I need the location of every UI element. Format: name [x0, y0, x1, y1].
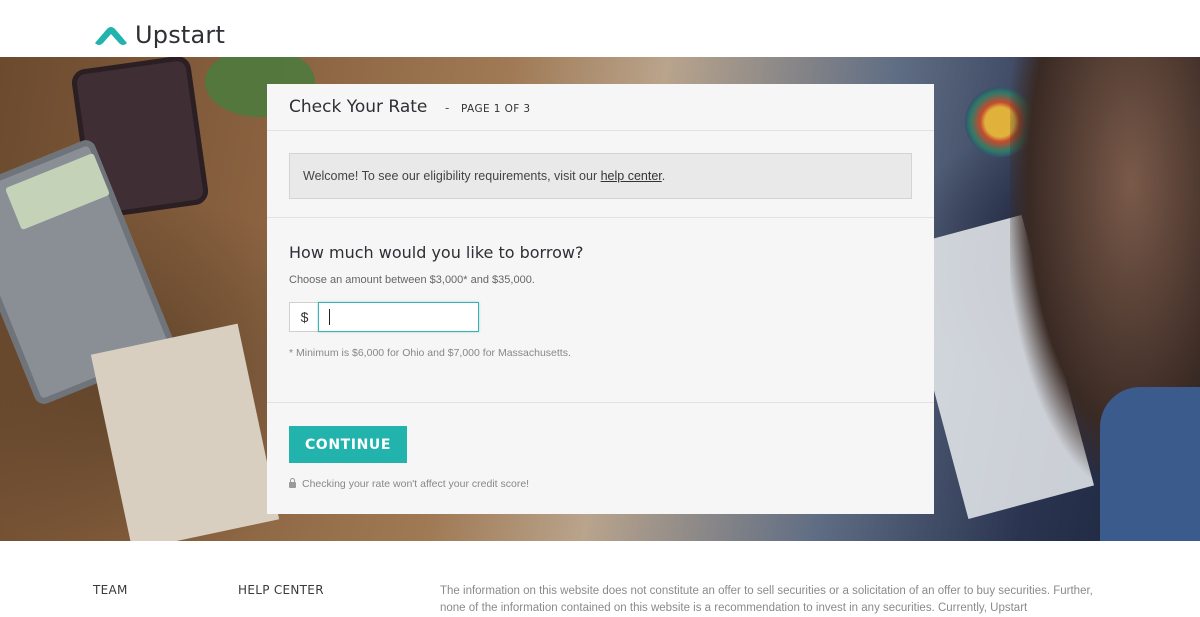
paper-image [90, 323, 280, 541]
notice-text: Welcome! To see our eligibility requirem… [303, 169, 598, 183]
divider [267, 402, 934, 403]
help-center-link[interactable]: help center [601, 169, 662, 183]
page-title: Check Your Rate [289, 97, 428, 117]
shirt-image [1100, 387, 1200, 541]
upstart-logo[interactable]: Upstart [93, 20, 225, 50]
amount-hint: Choose an amount between $3,000* and $35… [289, 274, 535, 286]
rate-form-card: Check Your Rate - PAGE 1 OF 3 Welcome! T… [267, 84, 934, 514]
currency-prefix: $ [289, 302, 319, 332]
welcome-notice: Welcome! To see our eligibility requirem… [289, 153, 912, 199]
card-header: Check Your Rate - PAGE 1 OF 3 [267, 84, 934, 131]
continue-button[interactable]: CONTINUE [289, 426, 407, 463]
divider [267, 217, 934, 218]
title-separator: - [445, 100, 450, 115]
borrow-question: How much would you like to borrow? [289, 243, 584, 262]
site-footer: TEAM HELP CENTER The information on this… [0, 541, 1200, 614]
footer-link-team[interactable]: TEAM [93, 583, 128, 597]
text-caret [329, 309, 330, 325]
lock-icon [289, 478, 296, 488]
credit-score-note-text: Checking your rate won't affect your cre… [302, 478, 530, 490]
page-indicator: PAGE 1 OF 3 [461, 103, 531, 115]
loan-amount-input[interactable] [318, 302, 479, 332]
footer-link-help-center[interactable]: HELP CENTER [238, 583, 324, 597]
notice-suffix: . [661, 169, 666, 183]
credit-score-note: Checking your rate won't affect your cre… [289, 478, 529, 490]
site-header: Upstart [0, 0, 1200, 57]
upstart-logo-icon [95, 27, 127, 45]
minimum-footnote: * Minimum is $6,000 for Ohio and $7,000 … [289, 347, 571, 359]
logo-text: Upstart [135, 21, 226, 49]
